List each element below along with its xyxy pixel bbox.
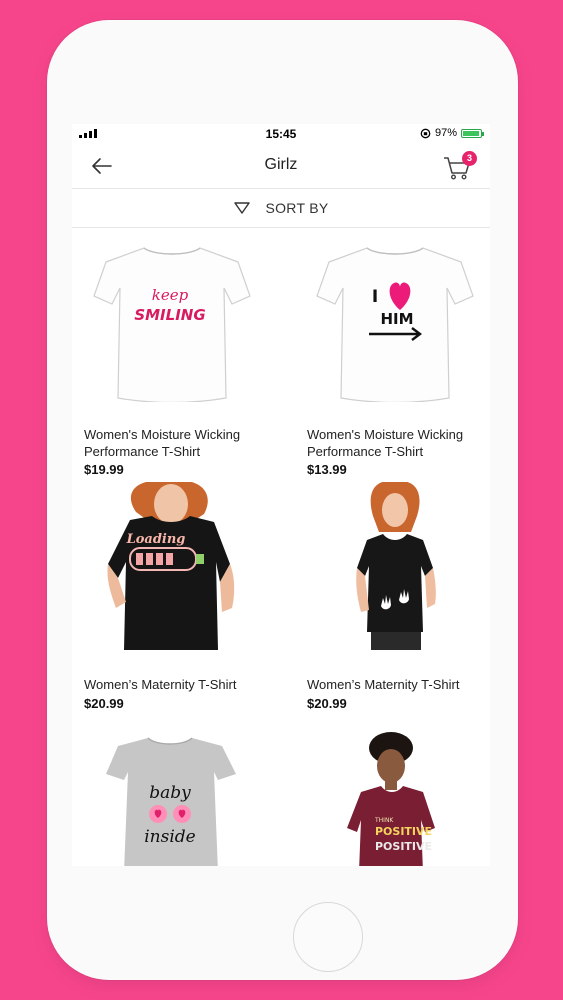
product-image: I HIM	[316, 247, 474, 402]
sort-by-button[interactable]: SORT BY	[72, 188, 490, 228]
product-price: $20.99	[307, 696, 347, 711]
rotation-lock-icon	[420, 128, 431, 138]
product-name: Women's Moisture Wicking Performance T-S…	[307, 427, 464, 459]
print-text-top: I	[372, 287, 378, 307]
product-price: $13.99	[307, 462, 347, 477]
print-text-top: Loading	[126, 532, 186, 547]
product-image: Loading	[107, 482, 235, 650]
product-name: Women’s Maternity T-Shirt	[84, 677, 237, 692]
product-price: $20.99	[84, 696, 124, 711]
home-button[interactable]	[293, 902, 363, 972]
cart-count-badge: 3	[462, 151, 477, 166]
product-image	[356, 482, 436, 650]
page-title: Girlz	[264, 156, 298, 173]
product-name: Women's Moisture Wicking Performance T-S…	[84, 427, 241, 459]
print-text-top: baby	[149, 783, 191, 803]
print-text-top: keep	[152, 286, 189, 304]
product-image: keep SMILING	[93, 247, 251, 402]
nav-bar: Girlz 3	[72, 144, 490, 188]
product-image: THINK POSITIVE POSITIVE	[347, 732, 435, 866]
print-text-bottom: inside	[144, 827, 196, 847]
print-text-bottom: SMILING	[134, 306, 205, 324]
sort-triangle-icon	[234, 202, 251, 214]
battery-percent: 97%	[434, 127, 457, 139]
product-name: Women’s Maternity T-Shirt	[307, 677, 460, 692]
print-text-top: POSITIVE	[375, 825, 432, 838]
sort-by-label: SORT BY	[265, 200, 329, 216]
app-screen: 15:45 97% Girlz 3 SORT BY keep SMILING W…	[72, 124, 490, 866]
print-text-bottom: POSITIVE	[375, 840, 432, 853]
product-price: $19.99	[84, 462, 124, 477]
battery-icon	[461, 128, 484, 138]
status-bar: 15:45 97%	[72, 124, 490, 144]
print-text-small: THINK	[374, 817, 394, 824]
product-image: baby inside	[106, 737, 236, 866]
print-text-bottom: HIM	[380, 310, 413, 328]
